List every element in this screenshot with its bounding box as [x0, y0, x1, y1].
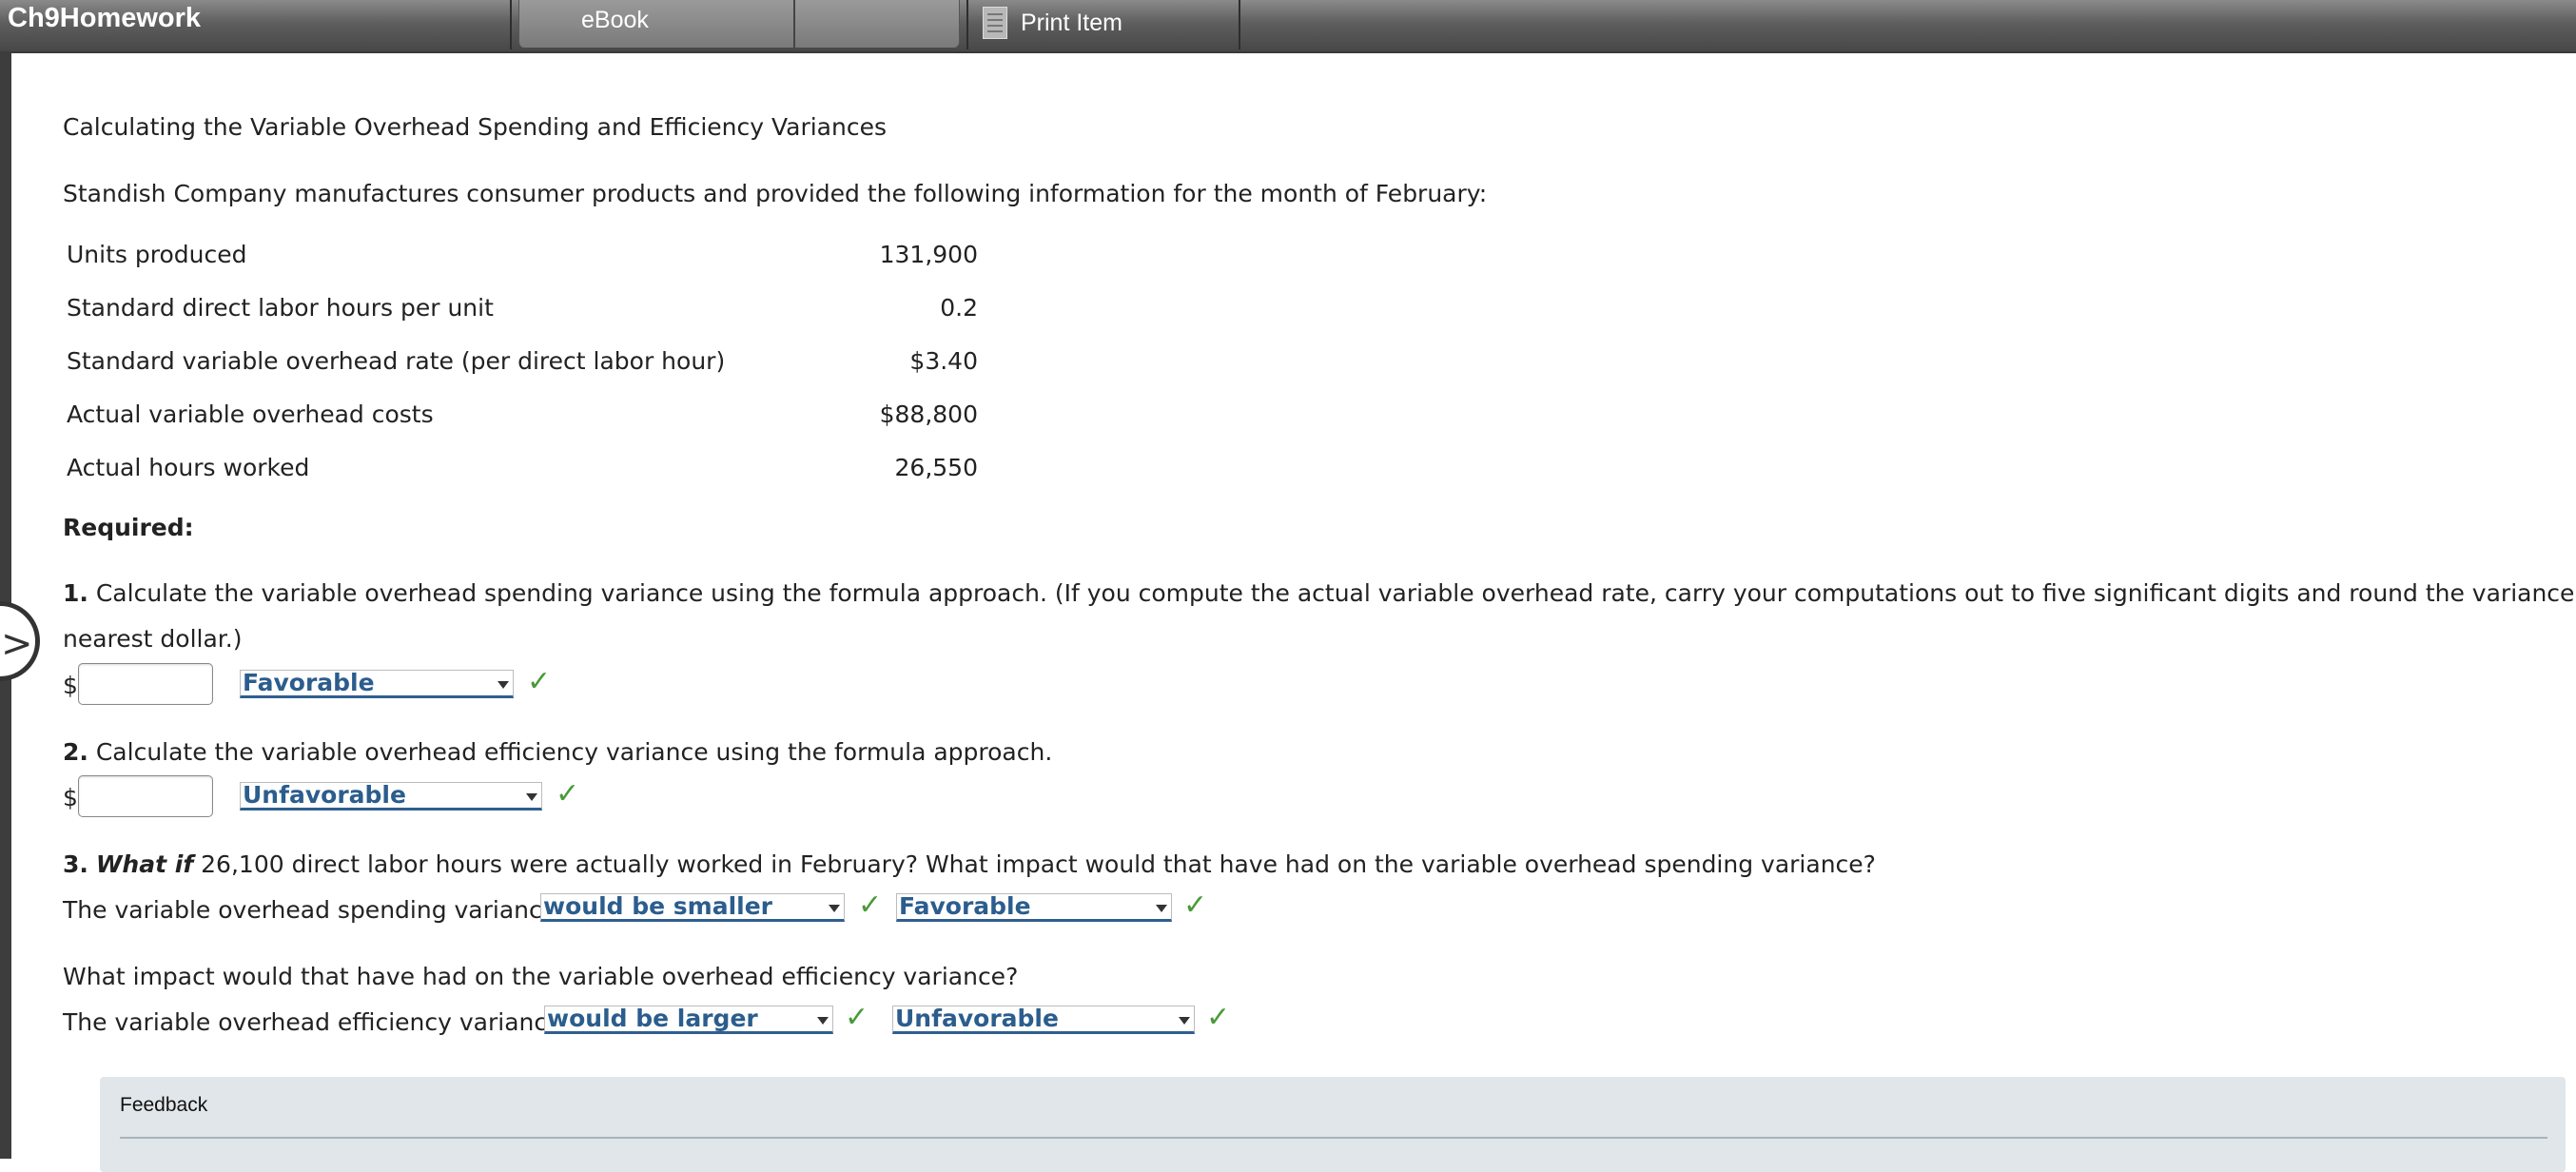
- correct-check-icon: ✓: [527, 665, 552, 698]
- toolbar-divider: [1239, 0, 1240, 49]
- tab-divider: [793, 0, 795, 48]
- question-number: 2.: [63, 738, 88, 766]
- question-1-line1: Calculate the variable overhead spending…: [88, 579, 2576, 607]
- info-label: Standard direct labor hours per unit: [67, 294, 494, 322]
- problem-title: Calculating the Variable Overhead Spendi…: [63, 113, 887, 141]
- tab-ebook[interactable]: eBook: [581, 7, 649, 34]
- print-document-icon: [983, 7, 1007, 39]
- select-value: Favorable: [899, 892, 1031, 920]
- question-1-line2: nearest dollar.): [63, 625, 243, 653]
- info-value: $88,800: [879, 400, 978, 428]
- select-value: would be larger: [547, 1005, 758, 1032]
- problem-intro: Standish Company manufactures consumer p…: [63, 180, 1488, 207]
- chevron-down-icon: [526, 793, 537, 801]
- currency-symbol: $: [63, 784, 78, 811]
- question-number: 3.: [63, 850, 88, 878]
- spending-impact-prefix: The variable overhead spending variance: [63, 896, 557, 924]
- info-label: Actual hours worked: [67, 454, 310, 481]
- info-value: 0.2: [940, 294, 978, 322]
- chevron-down-icon: [1156, 905, 1167, 912]
- spending-variance-type-select[interactable]: Favorable: [240, 670, 514, 698]
- currency-symbol: $: [63, 672, 78, 699]
- info-label: Units produced: [67, 241, 247, 268]
- expand-nav-button[interactable]: >: [0, 601, 40, 681]
- question-number: 1.: [63, 579, 88, 607]
- chevron-down-icon: [1179, 1017, 1190, 1025]
- efficiency-variance-input[interactable]: [78, 775, 213, 817]
- chevron-down-icon: [829, 905, 840, 912]
- correct-check-icon: ✓: [845, 1001, 869, 1034]
- correct-check-icon: ✓: [1183, 889, 1208, 922]
- select-value: Unfavorable: [895, 1005, 1059, 1032]
- what-if-label: What if: [95, 850, 194, 878]
- select-value: Unfavorable: [243, 781, 406, 809]
- feedback-heading: Feedback: [120, 1094, 208, 1116]
- tab-group: eBook: [518, 0, 960, 48]
- app-title: Ch9Homework: [8, 3, 202, 33]
- feedback-divider: [120, 1137, 2547, 1139]
- toolbar-divider: [510, 0, 512, 49]
- info-value: 26,550: [894, 454, 978, 481]
- spending-variance-input[interactable]: [78, 663, 213, 705]
- top-toolbar: Ch9Homework eBook Print Item: [0, 0, 2576, 53]
- print-item-button[interactable]: Print Item: [983, 4, 1122, 42]
- info-value: 131,900: [879, 241, 978, 268]
- question-1-text: 1. Calculate the variable overhead spend…: [63, 579, 2576, 608]
- question-3-body: 26,100 direct labor hours were actually …: [193, 850, 1876, 878]
- feedback-panel: Feedback: [100, 1077, 2566, 1172]
- print-item-label: Print Item: [1021, 9, 1122, 36]
- spending-impact-select[interactable]: would be smaller: [540, 893, 845, 922]
- select-value: Favorable: [243, 669, 375, 696]
- info-label: Actual variable overhead costs: [67, 400, 434, 428]
- efficiency-impact-prefix: The variable overhead efficiency varianc…: [63, 1008, 562, 1036]
- question-2-body: Calculate the variable overhead efficien…: [88, 738, 1053, 766]
- efficiency-impact-question: What impact would that have had on the v…: [63, 963, 1019, 990]
- info-value: $3.40: [909, 347, 978, 375]
- chevron-down-icon: [498, 681, 509, 689]
- spending-impact-type-select[interactable]: Favorable: [896, 893, 1172, 922]
- correct-check-icon: ✓: [1206, 1001, 1231, 1034]
- chevron-down-icon: [817, 1017, 829, 1025]
- info-label: Standard variable overhead rate (per dir…: [67, 347, 726, 375]
- required-heading: Required:: [63, 514, 194, 541]
- efficiency-impact-select[interactable]: would be larger: [544, 1006, 833, 1034]
- question-3-text: 3. What if 26,100 direct labor hours wer…: [63, 850, 1876, 879]
- correct-check-icon: ✓: [556, 777, 580, 811]
- chevron-right-icon: >: [1, 622, 33, 666]
- select-value: would be smaller: [543, 892, 773, 920]
- correct-check-icon: ✓: [858, 889, 883, 922]
- question-2-text: 2. Calculate the variable overhead effic…: [63, 738, 1052, 767]
- efficiency-variance-type-select[interactable]: Unfavorable: [240, 782, 542, 811]
- toolbar-divider: [966, 0, 968, 49]
- efficiency-impact-type-select[interactable]: Unfavorable: [892, 1006, 1195, 1034]
